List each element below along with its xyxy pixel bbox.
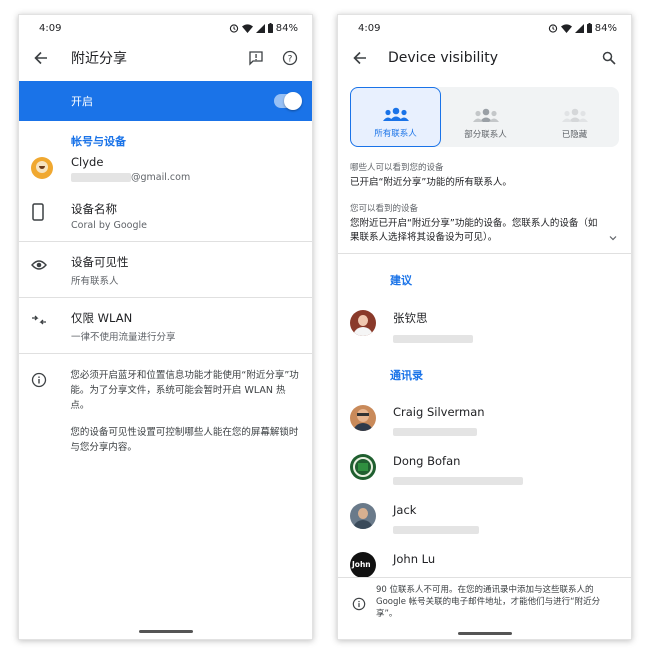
search-icon[interactable]: [597, 46, 621, 70]
account-name: Clyde: [71, 155, 104, 169]
account-row[interactable]: Clyde @gmail.com: [19, 155, 312, 201]
feedback-icon[interactable]: [244, 46, 268, 70]
app-bar: 附近分享 ?: [19, 41, 312, 75]
nearby-share-settings-screen: 4:09 84% 附近分享 ? 开启 帐号与设备 Clyde @gmail.co…: [18, 14, 313, 640]
contacts-heading: 通讯录: [390, 369, 423, 382]
info-text-visibility: 您的设备可见性设置可控制哪些人能在您的屏幕解锁时与您分享内容。: [70, 427, 299, 453]
home-indicator[interactable]: [457, 632, 512, 635]
wlan-only-title: 仅限 WLAN: [71, 311, 133, 325]
status-bar: 4:09 84%: [338, 15, 631, 41]
device-name-value: Coral by Google: [71, 220, 148, 231]
option-all-contacts[interactable]: 所有联系人: [350, 87, 441, 147]
toggle-label: 开启: [71, 95, 93, 108]
nearby-share-switch[interactable]: [274, 92, 302, 110]
contact-row[interactable]: Jack: [338, 503, 631, 536]
contact-row[interactable]: Dong Bofan: [338, 454, 631, 487]
back-arrow-icon[interactable]: [29, 46, 53, 70]
svg-text:?: ?: [288, 54, 293, 64]
phone-icon: [31, 201, 71, 221]
data-saver-icon: [31, 310, 71, 326]
option-hidden-label: 已隐藏: [561, 130, 588, 140]
option-some-contacts[interactable]: 部分联系人: [441, 87, 530, 147]
who-can-see-heading: 哪些人可以看到您的设备: [350, 163, 444, 173]
status-time: 4:09: [39, 22, 62, 34]
back-arrow-icon[interactable]: [348, 46, 372, 70]
section-title-account-devices: 帐号与设备: [71, 135, 126, 148]
unavailable-contacts-note: 90 位联系人不可用。在您的通讯录中添加与这些联系人的 Google 帐号关联的…: [338, 577, 631, 639]
wifi-icon: [560, 23, 572, 33]
account-email-suffix: @gmail.com: [131, 172, 191, 183]
alarm-icon: [548, 24, 557, 33]
contact-row[interactable]: 张钦思: [338, 310, 631, 345]
option-some-contacts-label: 部分联系人: [464, 130, 507, 140]
alarm-icon: [229, 24, 238, 33]
device-name-row[interactable]: 设备名称 Coral by Google: [19, 201, 312, 241]
contact-name: Dong Bofan: [393, 454, 461, 468]
redacted-email: [393, 427, 477, 436]
redacted-email: [393, 476, 523, 485]
page-title: 附近分享: [71, 51, 127, 67]
contact-row[interactable]: Craig Silverman: [338, 405, 631, 438]
battery-percent: 84%: [594, 22, 617, 34]
avatar: [350, 310, 376, 336]
info-icon: [352, 584, 366, 615]
contact-name: Jack: [393, 503, 417, 517]
all-contacts-icon: [382, 107, 409, 121]
contact-name: 张钦思: [393, 311, 428, 325]
avatar: [350, 503, 376, 529]
contact-name: John Lu: [393, 552, 436, 566]
option-all-contacts-label: 所有联系人: [374, 129, 417, 139]
wifi-icon: [241, 23, 253, 33]
divider: [338, 253, 631, 254]
avatar: [350, 405, 376, 431]
wlan-only-value: 一律不使用流量进行分享: [71, 332, 176, 343]
info-text-bluetooth: 您必须开启蓝牙和位置信息功能才能使用“附近分享”功能。为了分享文件，系统可能会暂…: [70, 370, 299, 411]
unavailable-contacts-text: 90 位联系人不可用。在您的通讯录中添加与这些联系人的 Google 帐号关联的…: [376, 585, 601, 619]
device-visibility-title: 设备可见性: [71, 255, 129, 269]
suggested-heading: 建议: [390, 274, 412, 287]
device-visibility-value: 所有联系人: [71, 276, 119, 287]
visibility-options: 所有联系人 部分联系人 已隐藏: [350, 87, 619, 147]
eye-icon: [31, 254, 71, 271]
info-block: 您必须开启蓝牙和位置信息功能才能使用“附近分享”功能。为了分享文件，系统可能会暂…: [19, 354, 312, 455]
option-hidden[interactable]: 已隐藏: [530, 87, 619, 147]
avatar: [350, 454, 376, 480]
help-icon[interactable]: ?: [278, 46, 302, 70]
avatar: John: [350, 552, 376, 578]
you-can-see-text: 您附近已开启“附近分享”功能的设备。您联系人的设备（如果联系人选择将其设备设为可…: [350, 218, 598, 243]
battery-icon: [586, 23, 592, 33]
redacted-email: [71, 173, 131, 182]
home-indicator[interactable]: [138, 630, 193, 633]
avatar: [31, 157, 53, 179]
wlan-only-row[interactable]: 仅限 WLAN 一律不使用流量进行分享: [19, 298, 312, 353]
device-visibility-row[interactable]: 设备可见性 所有联系人: [19, 242, 312, 297]
you-can-see-heading: 您可以看到的设备: [350, 204, 419, 214]
signal-icon: [574, 23, 584, 33]
expand-chevron-icon[interactable]: [609, 226, 617, 245]
info-icon: [31, 368, 70, 388]
nearby-share-toggle-row[interactable]: 开启: [19, 81, 312, 121]
contact-name: Craig Silverman: [393, 405, 485, 419]
you-can-see-section[interactable]: 您可以看到的设备 您附近已开启“附近分享”功能的设备。您联系人的设备（如果联系人…: [338, 202, 631, 245]
app-bar: Device visibility: [338, 41, 631, 75]
battery-icon: [267, 23, 273, 33]
contact-row[interactable]: John John Lu: [338, 552, 631, 578]
who-can-see-text: 已开启“附近分享”功能的所有联系人。: [350, 177, 512, 188]
device-visibility-screen: 4:09 84% Device visibility 所有联系人 部分联系人 已…: [337, 14, 632, 640]
device-name-title: 设备名称: [71, 202, 117, 216]
battery-percent: 84%: [275, 22, 298, 34]
redacted-email: [393, 525, 479, 534]
who-can-see-section: 哪些人可以看到您的设备 已开启“附近分享”功能的所有联系人。: [338, 161, 631, 190]
signal-icon: [255, 23, 265, 33]
page-title: Device visibility: [388, 50, 499, 66]
hidden-icon: [561, 108, 588, 122]
status-time: 4:09: [358, 22, 381, 34]
status-bar: 4:09 84%: [19, 15, 312, 41]
redacted-email: [393, 334, 473, 343]
some-contacts-icon: [472, 108, 499, 122]
